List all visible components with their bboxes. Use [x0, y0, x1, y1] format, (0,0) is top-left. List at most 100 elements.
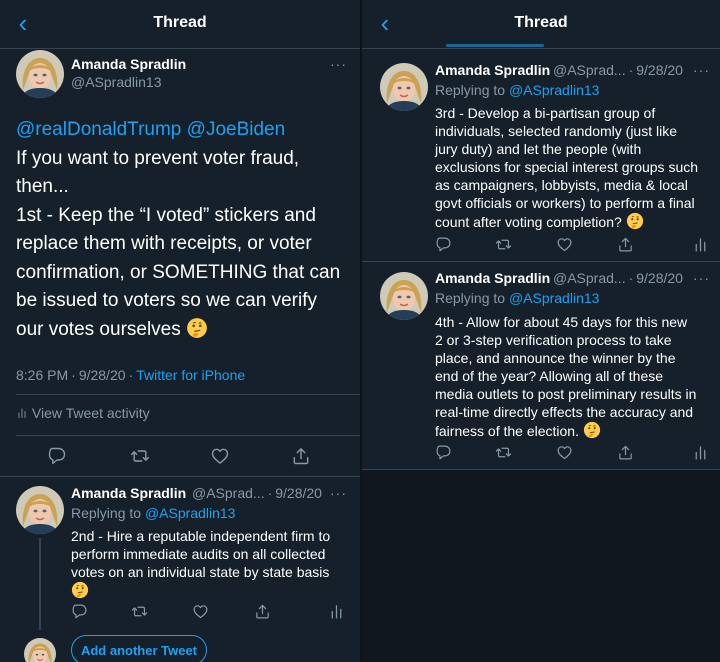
- main-tweet-text: @realDonaldTrump @JoeBiden If you want t…: [16, 116, 351, 344]
- thread-header: ‹ Thread: [0, 0, 360, 49]
- header-title: Thread: [514, 14, 568, 31]
- add-another-tweet-button[interactable]: Add another Tweet: [71, 635, 207, 662]
- author-handle[interactable]: @ASprad...: [192, 485, 265, 501]
- divider: [362, 261, 720, 262]
- tweet-line: individuals, selected randomly (just lik…: [435, 123, 677, 139]
- right-thread-panel: ‹ Thread Amanda Spradlin @ASprad... · 9/28…: [362, 0, 720, 662]
- tweet-line: 2nd - Hire a reputable independent firm …: [71, 528, 331, 544]
- thinking-face-emoji: [186, 317, 208, 339]
- analytics-icon[interactable]: [692, 444, 709, 461]
- replying-handle-link[interactable]: @ASpradlin13: [145, 505, 236, 521]
- divider: [0, 476, 360, 477]
- author-name[interactable]: Amanda Spradlin: [435, 270, 550, 286]
- tweet-line: 2 or 3-step verification process to take: [435, 332, 672, 348]
- like-icon[interactable]: [556, 444, 573, 461]
- author-name[interactable]: Amanda Spradlin: [435, 62, 550, 78]
- tweet-line: replace them with receipts, or voter: [16, 233, 312, 254]
- tweet-line: then...: [16, 176, 69, 197]
- tweet-date: 9/28/20: [275, 485, 322, 501]
- thinking-face-emoji: [71, 581, 89, 599]
- author-name[interactable]: Amanda Spradlin: [71, 56, 186, 72]
- more-options-icon[interactable]: ···: [330, 485, 347, 501]
- more-options-icon[interactable]: ···: [693, 270, 710, 286]
- thread-header: ‹ Thread: [362, 0, 720, 49]
- like-icon[interactable]: [556, 236, 573, 253]
- tweet-timestamp: 8:26 PM · 9/28/20 · Twitter for iPhone: [16, 367, 246, 383]
- tweet-time: 8:26 PM: [16, 367, 69, 383]
- main-tweet-actions: [0, 446, 360, 466]
- left-thread-panel: ‹ Thread Amanda Spradlin @ASpradlin13 ··…: [0, 0, 360, 662]
- avatar: [24, 638, 56, 662]
- tweet-date: 9/28/20: [78, 367, 126, 383]
- avatar[interactable]: [16, 50, 64, 98]
- view-tweet-activity-link[interactable]: View Tweet activity: [16, 405, 150, 421]
- share-icon[interactable]: [254, 603, 271, 620]
- tweet-meta: @ASprad... · 9/28/20: [553, 270, 683, 286]
- tweet-mentions: @realDonaldTrump @JoeBiden: [16, 116, 351, 145]
- thinking-face-emoji: [583, 421, 601, 439]
- tweet-line: 3rd - Develop a bi-partisan group of: [435, 105, 656, 121]
- divider: [16, 435, 360, 436]
- more-options-icon[interactable]: ···: [330, 56, 347, 72]
- author-handle[interactable]: @ASprad...: [553, 62, 626, 78]
- analytics-icon[interactable]: [692, 236, 709, 253]
- retweet-icon[interactable]: [130, 446, 150, 466]
- more-options-icon[interactable]: ···: [693, 62, 710, 78]
- retweet-icon[interactable]: [131, 603, 148, 620]
- retweet-icon[interactable]: [495, 444, 512, 461]
- author-name[interactable]: Amanda Spradlin: [71, 485, 186, 501]
- tweet-line: exclusions for special interest groups s…: [435, 159, 699, 175]
- tweet-meta: @ASprad... · 9/28/20: [192, 485, 322, 501]
- like-icon[interactable]: [210, 446, 230, 466]
- tweet-4-actions: [362, 444, 720, 464]
- author-handle[interactable]: @ASprad...: [553, 270, 626, 286]
- replying-to: Replying to @ASpradlin13: [435, 290, 600, 306]
- avatar[interactable]: [16, 486, 64, 534]
- scroll-indicator: [446, 44, 544, 47]
- tweet-4-text: 4th - Allow for about 45 days for this n…: [435, 313, 717, 440]
- tweet-line: 1st - Keep the “I voted” stickers and: [16, 204, 316, 226]
- tweet-line: govt officials or workers) to perform a …: [435, 195, 695, 211]
- replying-handle-link[interactable]: @ASpradlin13: [509, 82, 600, 98]
- tweet-line: votes on an individual state by state ba…: [71, 564, 330, 580]
- like-icon[interactable]: [192, 603, 209, 620]
- tweet-date: 9/28/20: [636, 270, 683, 286]
- share-icon[interactable]: [291, 446, 311, 466]
- tweet-line: our votes ourselves: [16, 318, 181, 340]
- analytics-icon[interactable]: [328, 603, 345, 620]
- mention-link[interactable]: @realDonaldTrump: [16, 119, 181, 140]
- avatar[interactable]: [380, 272, 428, 320]
- reply-icon[interactable]: [435, 236, 452, 253]
- reply-icon[interactable]: [71, 603, 88, 620]
- empty-area: [362, 470, 720, 662]
- author-handle[interactable]: @ASpradlin13: [71, 74, 162, 90]
- tweet-3-actions: [362, 236, 720, 256]
- avatar[interactable]: [380, 63, 428, 111]
- tweet-line: perform immediate audits on all collecte…: [71, 546, 326, 562]
- tweet-date: 9/28/20: [636, 62, 683, 78]
- tweet-line: be issued to voters so we can verify: [16, 290, 317, 311]
- thinking-face-emoji: [626, 212, 644, 230]
- tweet-source-link[interactable]: Twitter for iPhone: [136, 367, 245, 383]
- reply-tweet-text: 2nd - Hire a reputable independent firm …: [71, 527, 353, 600]
- mention-link[interactable]: @JoeBiden: [187, 119, 286, 140]
- tweet-line: jury duty) and let the people (with: [435, 141, 642, 157]
- tweet-line: fairness of the election.: [435, 423, 579, 439]
- share-icon[interactable]: [617, 236, 634, 253]
- tweet-3-text: 3rd - Develop a bi-partisan group of ind…: [435, 104, 717, 231]
- share-icon[interactable]: [617, 444, 634, 461]
- tweet-line: real-time directly effects the accuracy …: [435, 404, 694, 420]
- replying-handle-link[interactable]: @ASpradlin13: [509, 290, 600, 306]
- header-title: Thread: [153, 14, 207, 31]
- replying-to: Replying to @ASpradlin13: [435, 82, 600, 98]
- replying-to: Replying to @ASpradlin13: [71, 505, 236, 521]
- retweet-icon[interactable]: [495, 236, 512, 253]
- reply-icon[interactable]: [47, 446, 67, 466]
- reply-tweet-actions: [0, 603, 360, 623]
- reply-icon[interactable]: [435, 444, 452, 461]
- tweet-line: count after voting completion?: [435, 214, 622, 230]
- tweet-line: place, and announce the winner by the: [435, 350, 676, 366]
- divider: [16, 394, 360, 395]
- tweet-meta: @ASprad... · 9/28/20: [553, 62, 683, 78]
- tweet-line: If you want to prevent voter fraud,: [16, 147, 300, 169]
